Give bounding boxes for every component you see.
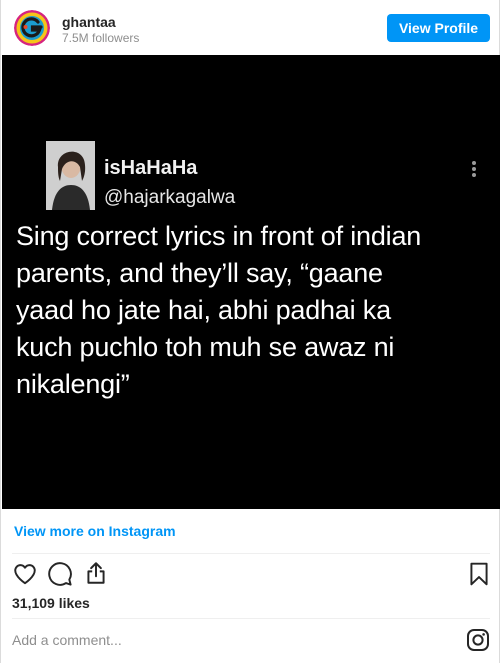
- view-profile-button[interactable]: View Profile: [387, 14, 490, 42]
- ghantaa-logo-icon: [14, 10, 50, 46]
- bookmark-icon[interactable]: [466, 561, 492, 587]
- share-icon[interactable]: [83, 560, 109, 586]
- username[interactable]: ghantaa: [62, 14, 116, 30]
- heart-icon[interactable]: [12, 561, 38, 587]
- divider: [12, 553, 490, 554]
- more-options-icon: [470, 160, 478, 183]
- post-image[interactable]: isHaHaHa @hajarkagalwa Sing correct lyri…: [2, 55, 500, 509]
- tweet-handle: @hajarkagalwa: [104, 187, 236, 208]
- view-more-link[interactable]: View more on Instagram: [14, 523, 176, 539]
- divider: [12, 618, 490, 619]
- tweet-text: Sing correct lyrics in front of indian p…: [16, 221, 422, 399]
- tweet-display-name: isHaHaHa: [104, 157, 198, 179]
- instagram-embed-card: ghantaa 7.5M followers View Profile isHa…: [0, 0, 500, 663]
- comment-input[interactable]: [12, 631, 452, 649]
- post-header: ghantaa 7.5M followers View Profile: [1, 0, 500, 55]
- comment-icon[interactable]: [47, 561, 73, 587]
- instagram-icon[interactable]: [466, 628, 490, 652]
- likes-count[interactable]: 31,109 likes: [12, 595, 90, 611]
- tweet-avatar: [46, 141, 95, 210]
- profile-avatar[interactable]: [14, 10, 50, 46]
- followers-count: 7.5M followers: [62, 31, 140, 45]
